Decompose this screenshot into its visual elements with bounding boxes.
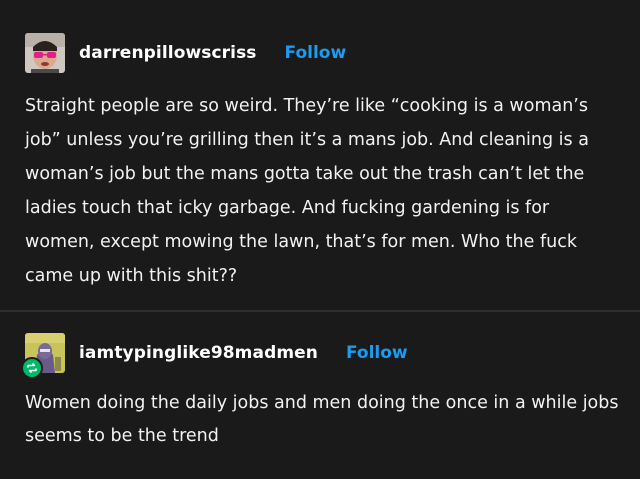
post-reblog: iamtypinglike98madmen Follow Women doing… xyxy=(21,333,620,453)
username[interactable]: darrenpillowscriss xyxy=(79,43,257,63)
avatar[interactable] xyxy=(21,333,65,379)
post-divider xyxy=(0,310,640,312)
post-header: darrenpillowscriss Follow xyxy=(25,33,620,73)
post-header: iamtypinglike98madmen Follow xyxy=(21,333,620,379)
follow-button[interactable]: Follow xyxy=(346,343,408,363)
post-text: Straight people are so weird. They’re li… xyxy=(25,96,589,286)
post-text: Women doing the daily jobs and men doing… xyxy=(25,393,619,446)
post-original: darrenpillowscriss Follow Straight peopl… xyxy=(25,33,620,293)
username[interactable]: iamtypinglike98madmen xyxy=(79,343,318,363)
reblog-icon xyxy=(21,357,43,379)
follow-button[interactable]: Follow xyxy=(285,43,347,63)
user-avatar-icon xyxy=(25,33,65,73)
avatar[interactable] xyxy=(25,33,65,73)
